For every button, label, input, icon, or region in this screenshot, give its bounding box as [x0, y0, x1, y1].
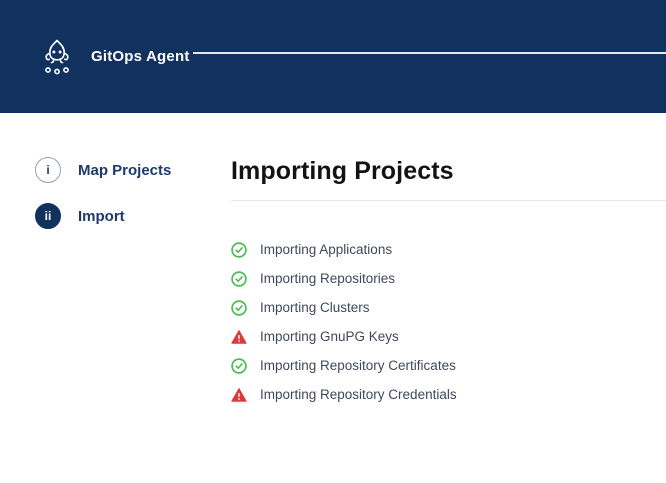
header-divider-line — [193, 52, 666, 54]
app-header: GitOps Agent — [0, 0, 666, 113]
page-body: i Map Projects ii Import Importing Proje… — [0, 113, 666, 409]
import-status-row: Importing Repository Credentials — [231, 380, 666, 409]
step-numeral-badge: ii — [35, 203, 61, 229]
import-status-label: Importing Repository Certificates — [260, 358, 456, 373]
import-status-label: Importing Clusters — [260, 300, 370, 315]
step-numeral-badge: i — [35, 157, 61, 183]
page-title: Importing Projects — [231, 157, 666, 186]
gitops-octopus-logo-icon — [40, 38, 74, 76]
brand: GitOps Agent — [40, 38, 190, 76]
import-content: Importing Projects Importing Application… — [231, 157, 666, 409]
import-status-label: Importing GnuPG Keys — [260, 329, 399, 344]
step-label: Import — [78, 208, 125, 225]
import-status-label: Importing Applications — [260, 242, 392, 257]
import-status-label: Importing Repositories — [260, 271, 395, 286]
success-check-icon — [231, 358, 247, 374]
import-status-label: Importing Repository Credentials — [260, 387, 457, 402]
success-check-icon — [231, 300, 247, 316]
import-status-row: Importing Clusters — [231, 293, 666, 322]
title-divider-line — [231, 200, 666, 201]
import-status-row: Importing Repository Certificates — [231, 351, 666, 380]
success-check-icon — [231, 271, 247, 287]
import-status-list: Importing Applications Importing Reposit… — [231, 235, 666, 409]
import-status-row: Importing Applications — [231, 235, 666, 264]
wizard-step-import[interactable]: ii Import — [35, 203, 231, 229]
import-status-row: Importing GnuPG Keys — [231, 322, 666, 351]
wizard-step-map-projects[interactable]: i Map Projects — [35, 157, 231, 183]
brand-name: GitOps Agent — [91, 48, 190, 65]
wizard-step-nav: i Map Projects ii Import — [0, 157, 231, 409]
error-warning-triangle-icon — [231, 387, 247, 403]
error-warning-triangle-icon — [231, 329, 247, 345]
success-check-icon — [231, 242, 247, 258]
import-status-row: Importing Repositories — [231, 264, 666, 293]
step-label: Map Projects — [78, 162, 171, 179]
